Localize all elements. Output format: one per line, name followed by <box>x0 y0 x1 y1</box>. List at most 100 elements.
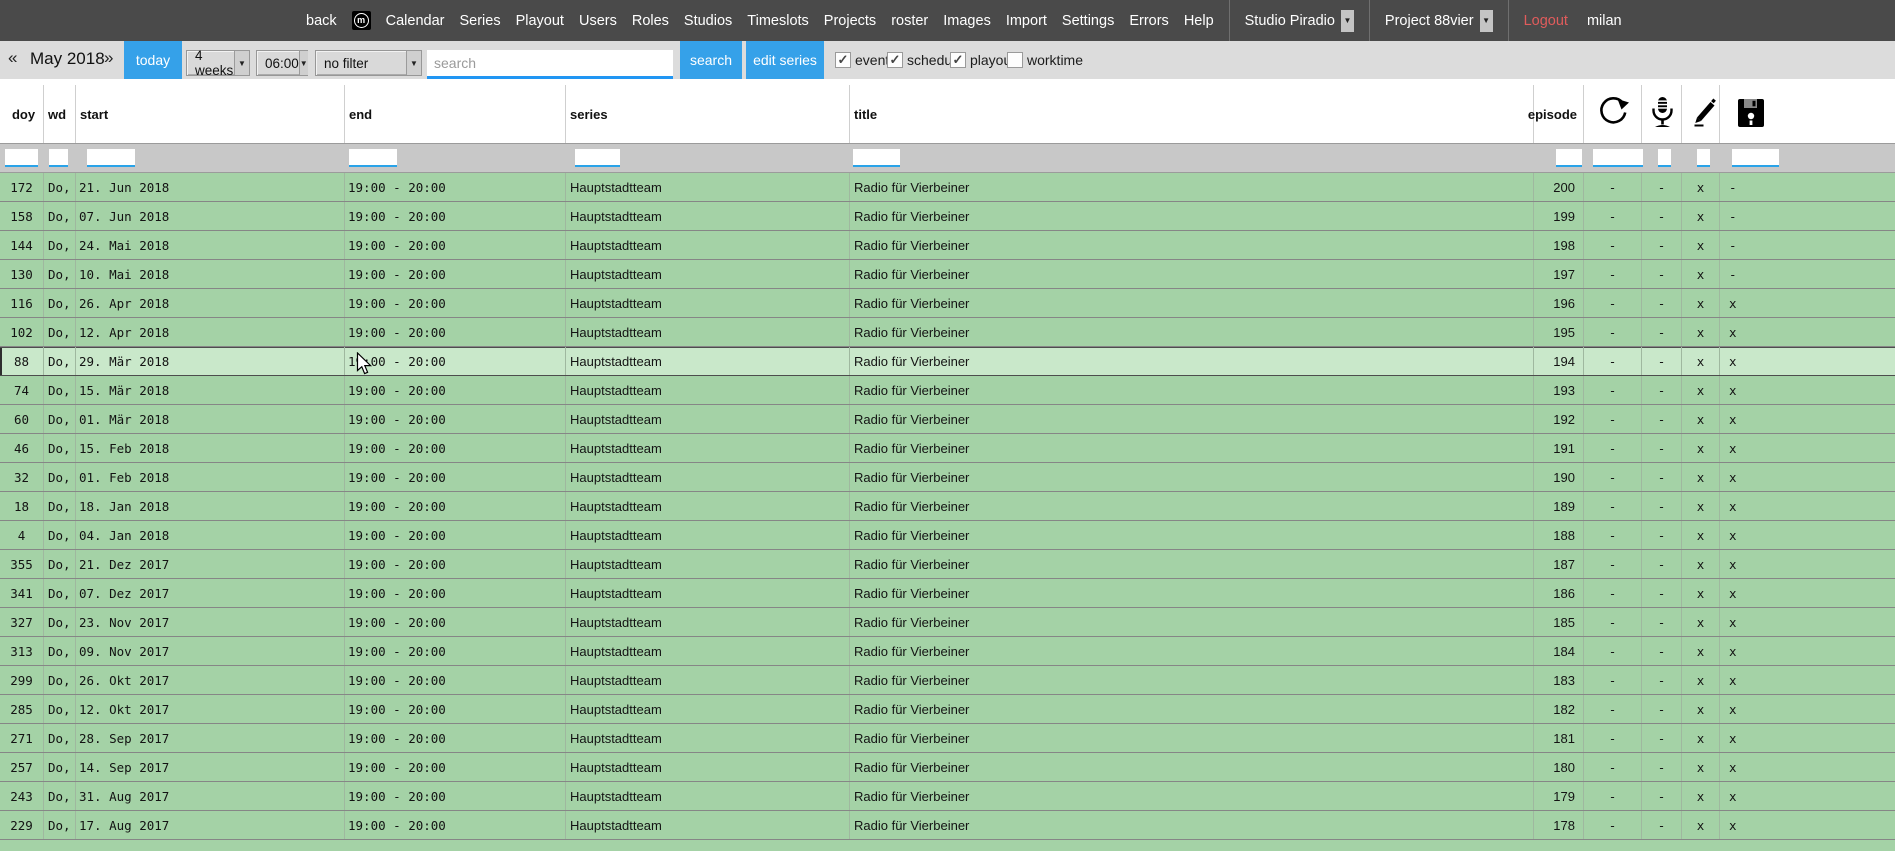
cell-series: Hauptstadtteam <box>565 782 849 810</box>
table-row[interactable]: 4Do,04. Jan 201819:00 - 20:00Hauptstadtt… <box>0 521 1895 550</box>
table-row[interactable]: 313Do,09. Nov 201719:00 - 20:00Hauptstad… <box>0 637 1895 666</box>
table-row[interactable]: 130Do,10. Mai 201819:00 - 20:00Hauptstad… <box>0 260 1895 289</box>
table-row[interactable]: 32Do,01. Feb 201819:00 - 20:00Hauptstadt… <box>0 463 1895 492</box>
table-row[interactable]: 355Do,21. Dez 201719:00 - 20:00Hauptstad… <box>0 550 1895 579</box>
table-row[interactable]: 327Do,23. Nov 201719:00 - 20:00Hauptstad… <box>0 608 1895 637</box>
nav-menu: Calendar Series Playout Users Roles Studios Ti… <box>386 13 1214 29</box>
table-row[interactable]: 144Do,24. Mai 201819:00 - 20:00Hauptstad… <box>0 231 1895 260</box>
table-row[interactable]: 271Do,28. Sep 201719:00 - 20:00Hauptstad… <box>0 724 1895 753</box>
events-checkbox[interactable]: ✓ <box>835 52 851 68</box>
column-header-start[interactable]: start <box>75 85 344 143</box>
table-row[interactable]: 158Do,07. Jun 201819:00 - 20:00Hauptstad… <box>0 202 1895 231</box>
table-row[interactable]: 74Do,15. Mär 201819:00 - 20:00Hauptstadt… <box>0 376 1895 405</box>
nav-item-errors[interactable]: Errors <box>1129 13 1168 29</box>
studio-select[interactable]: Studio Piradio ▼ <box>1245 10 1354 32</box>
filter-input-end[interactable] <box>349 149 397 167</box>
cell-start: 01. Feb 2018 <box>75 463 344 491</box>
column-header-title[interactable]: title <box>849 85 1533 143</box>
filter-input-rerun[interactable] <box>1593 149 1643 167</box>
app-logo-icon[interactable]: m <box>352 11 371 30</box>
cell-edit: x <box>1681 666 1719 694</box>
column-header-end[interactable]: end <box>344 85 565 143</box>
cell-title: Radio für Vierbeiner <box>849 231 1533 259</box>
nav-item-users[interactable]: Users <box>579 13 617 29</box>
chevron-down-icon[interactable]: ▼ <box>1341 10 1354 32</box>
filter-input-edit[interactable] <box>1697 149 1710 167</box>
nav-item-timeslots[interactable]: Timeslots <box>747 13 809 29</box>
cell-mic: - <box>1641 811 1681 839</box>
table-row[interactable]: 172Do,21. Jun 201819:00 - 20:00Hauptstad… <box>0 173 1895 202</box>
nav-item-import[interactable]: Import <box>1006 13 1047 29</box>
next-month-button[interactable]: » <box>104 48 113 68</box>
chevron-down-icon[interactable]: ▼ <box>234 51 249 75</box>
worktime-checkbox[interactable] <box>1007 52 1023 68</box>
table-row[interactable]: 18Do,18. Jan 201819:00 - 20:00Hauptstadt… <box>0 492 1895 521</box>
table-row[interactable]: 102Do,12. Apr 201819:00 - 20:00Hauptstad… <box>0 318 1895 347</box>
cell-title: Radio für Vierbeiner <box>849 637 1533 665</box>
schedule-checkbox[interactable]: ✓ <box>887 52 903 68</box>
nav-separator <box>1369 0 1370 41</box>
column-header-microphone-icon[interactable] <box>1641 85 1681 143</box>
time-select[interactable]: 06:00 ▼ <box>256 50 308 76</box>
table-row[interactable]: 229Do,17. Aug 201719:00 - 20:00Hauptstad… <box>0 811 1895 840</box>
column-header-rerun-icon[interactable] <box>1583 85 1641 143</box>
table-row[interactable]: 60Do,01. Mär 201819:00 - 20:00Hauptstadt… <box>0 405 1895 434</box>
table-row[interactable]: 116Do,26. Apr 201819:00 - 20:00Hauptstad… <box>0 289 1895 318</box>
cell-episode: 195 <box>1533 318 1583 346</box>
table-row[interactable]: 299Do,26. Okt 201719:00 - 20:00Hauptstad… <box>0 666 1895 695</box>
table-row[interactable]: 46Do,15. Feb 201819:00 - 20:00Hauptstadt… <box>0 434 1895 463</box>
filter-input-save[interactable] <box>1732 149 1779 167</box>
table-row[interactable]: 257Do,14. Sep 201719:00 - 20:00Hauptstad… <box>0 753 1895 782</box>
nav-item-projects[interactable]: Projects <box>824 13 876 29</box>
filter-input-mic[interactable] <box>1658 149 1671 167</box>
cell-end: 19:00 - 20:00 <box>344 608 565 636</box>
cell-end: 19:00 - 20:00 <box>344 260 565 288</box>
nav-item-calendar[interactable]: Calendar <box>386 13 445 29</box>
cell-title: Radio für Vierbeiner <box>849 666 1533 694</box>
nav-item-roster[interactable]: roster <box>891 13 928 29</box>
table-row[interactable]: 341Do,07. Dez 201719:00 - 20:00Hauptstad… <box>0 579 1895 608</box>
column-header-wd[interactable]: wd <box>43 85 75 143</box>
cell-doy: 299 <box>0 666 43 694</box>
search-input[interactable] <box>427 50 680 76</box>
nav-item-roles[interactable]: Roles <box>632 13 669 29</box>
nav-item-back[interactable]: back <box>306 13 337 29</box>
filter-input-start[interactable] <box>87 149 135 167</box>
nav-item-settings[interactable]: Settings <box>1062 13 1114 29</box>
nav-item-help[interactable]: Help <box>1184 13 1214 29</box>
column-header-pencil-icon[interactable] <box>1681 85 1719 143</box>
cell-start: 07. Dez 2017 <box>75 579 344 607</box>
filter-input-doy[interactable] <box>5 149 38 167</box>
today-button[interactable]: today <box>124 41 182 79</box>
chevron-down-icon[interactable]: ▼ <box>406 51 421 75</box>
partial-row <box>0 840 1895 851</box>
cell-title: Radio für Vierbeiner <box>849 811 1533 839</box>
prev-month-button[interactable]: « <box>8 48 17 68</box>
table-row[interactable]: 285Do,12. Okt 201719:00 - 20:00Hauptstad… <box>0 695 1895 724</box>
filter-input-wd[interactable] <box>49 149 68 167</box>
nav-item-studios[interactable]: Studios <box>684 13 732 29</box>
chevron-down-icon[interactable]: ▼ <box>1480 10 1493 32</box>
nav-item-playout[interactable]: Playout <box>516 13 564 29</box>
filter-input-title[interactable] <box>853 149 900 167</box>
nav-item-images[interactable]: Images <box>943 13 991 29</box>
column-header-series[interactable]: series <box>565 85 849 143</box>
filter-input-series[interactable] <box>575 149 620 167</box>
playout-checkbox[interactable]: ✓ <box>950 52 966 68</box>
edit-series-button[interactable]: edit series <box>746 41 824 79</box>
nav-item-series[interactable]: Series <box>459 13 500 29</box>
column-header-save-icon[interactable] <box>1719 85 1895 143</box>
cell-episode: 193 <box>1533 376 1583 404</box>
chevron-down-icon[interactable]: ▼ <box>299 51 308 75</box>
table-row[interactable]: 243Do,31. Aug 201719:00 - 20:00Hauptstad… <box>0 782 1895 811</box>
column-header-doy[interactable]: doy <box>0 85 43 143</box>
column-header-episode[interactable]: episode <box>1533 85 1583 143</box>
range-select[interactable]: 4 weeks ▼ <box>186 50 250 76</box>
table-row[interactable]: 88Do,29. Mär 201819:00 - 20:00Hauptstadt… <box>0 347 1895 376</box>
project-select[interactable]: Project 88vier ▼ <box>1385 10 1493 32</box>
filter-input-episode[interactable] <box>1556 149 1582 167</box>
cell-save: x <box>1719 782 1895 810</box>
filter-select[interactable]: no filter ▼ <box>315 50 422 76</box>
search-button[interactable]: search <box>680 41 742 79</box>
logout-link[interactable]: Logout <box>1524 13 1568 29</box>
